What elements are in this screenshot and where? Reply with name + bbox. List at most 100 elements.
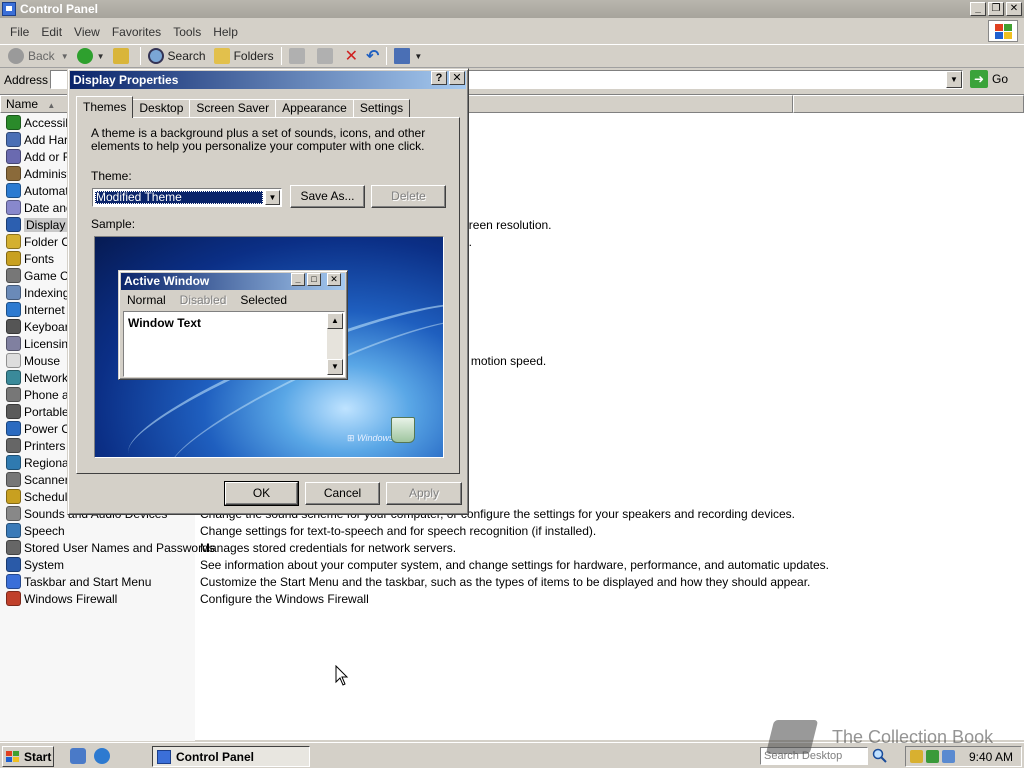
menu-bar: File Edit View Favorites Tools Help [0,22,1024,42]
list-item-name[interactable]: Licensing [6,336,75,351]
menu-file[interactable]: File [4,25,35,39]
list-item-name[interactable]: Mouse [6,353,60,368]
undo-button[interactable]: ↶ [362,45,383,67]
list-item-name[interactable]: Display [6,217,68,232]
dialog-titlebar: Display Properties [70,71,466,89]
theme-selected-value: Modified Theme [95,191,263,204]
tray-network-icon[interactable] [910,750,923,763]
tray-update-icon[interactable] [926,750,939,763]
themes-panel: A theme is a background plus a set of so… [76,117,460,474]
menu-view[interactable]: View [68,25,106,39]
taskbar-item-control-panel[interactable]: Control Panel [152,746,310,767]
dialog-title: Display Properties [73,73,179,87]
list-item-name[interactable]: Speech [6,523,65,538]
control-panel-item-icon [6,523,21,538]
theme-dropdown-button[interactable]: ▼ [265,190,280,205]
save-as-button[interactable]: Save As... [290,185,365,208]
back-button[interactable]: Back ▼ [4,45,73,67]
tab-settings[interactable]: Settings [352,99,411,118]
windows-flag-icon [6,750,20,763]
address-dropdown-button[interactable]: ▼ [946,71,962,88]
dialog-help-button[interactable]: ? [431,71,447,85]
list-item-name[interactable]: Fonts [6,251,54,266]
list-item-name[interactable]: Phone an [6,387,75,402]
dialog-close-button[interactable]: ✕ [449,71,465,85]
menu-tools[interactable]: Tools [167,25,207,39]
list-item-name[interactable]: Date and [6,200,73,215]
views-button[interactable]: ▼ [390,45,426,67]
scroll-up-icon: ▲ [327,313,343,329]
list-item-name[interactable]: Stored User Names and Passwords [6,540,215,555]
list-item-name[interactable]: Accessibi [6,115,75,130]
move-to-button[interactable] [285,45,313,67]
list-item-name[interactable]: Scanners [6,472,75,487]
minimize-button[interactable]: _ [970,2,986,16]
list-item[interactable]: Stored User Names and Passwords Manages s… [0,540,1024,557]
search-icon[interactable] [872,748,888,764]
list-item-name[interactable]: Automati [6,183,71,198]
chevron-down-icon[interactable]: ▼ [97,52,105,61]
tab-appearance[interactable]: Appearance [275,99,354,118]
cancel-button[interactable]: Cancel [305,482,380,505]
folders-button[interactable]: Folders [210,45,278,67]
list-item-name[interactable]: System [6,557,64,572]
tab-desktop[interactable]: Desktop [132,99,191,118]
theme-select[interactable]: Modified Theme ▼ [92,188,282,207]
internet-explorer-icon[interactable] [94,748,110,764]
up-folder-button[interactable] [109,45,137,67]
tab-themes[interactable]: Themes [76,96,134,118]
display-properties-dialog: Display Properties ? ✕ Themes Desktop Sc… [67,68,469,515]
list-item-name[interactable]: Indexing [6,285,69,300]
list-item-name[interactable]: Portable [6,404,69,419]
list-item[interactable]: System See information about your compute… [0,557,1024,574]
list-item-comment: Manages stored credentials for network s… [200,541,457,555]
list-item[interactable]: Taskbar and Start Menu Customize the Star… [0,574,1024,591]
apply-button[interactable]: Apply [386,482,462,505]
list-item[interactable]: Windows Firewall Configure the Windows Fi… [0,591,1024,608]
show-desktop-icon[interactable] [70,748,86,764]
list-item-name[interactable]: Printers a [6,438,75,453]
control-panel-item-icon [6,234,21,249]
list-item-name[interactable]: Schedule [6,489,74,504]
list-item-name[interactable]: Keyboard [6,319,75,334]
restore-button[interactable]: ❐ [988,2,1004,16]
chevron-down-icon[interactable]: ▼ [61,52,69,61]
sample-window-text: Window Text [128,316,201,330]
copy-to-button[interactable] [313,45,341,67]
start-button[interactable]: Start [2,746,54,767]
theme-description: A theme is a background plus a set of so… [91,126,426,153]
list-item-name[interactable]: Internet [6,302,65,317]
tab-screen-saver[interactable]: Screen Saver [189,99,277,118]
control-panel-item-icon [6,251,21,266]
list-item[interactable]: Speech Change settings for text-to-speech… [0,523,1024,540]
forward-button[interactable]: ▼ [73,45,109,67]
list-item-name[interactable]: Taskbar and Start Menu [6,574,151,589]
list-item-name[interactable]: Administ [6,166,70,181]
list-item-name[interactable]: Add Hard [6,132,75,147]
list-item-name[interactable]: Game Co [6,268,75,283]
control-panel-item-icon [6,489,21,504]
list-item-name[interactable]: Add or R [6,149,71,164]
control-panel-icon [2,2,16,16]
delete-theme-button[interactable]: Delete [371,185,446,208]
control-panel-item-icon [6,336,21,351]
sample-menu: Normal Disabled Selected [127,293,287,307]
menu-favorites[interactable]: Favorites [106,25,167,39]
list-item-name[interactable]: Network [6,370,68,385]
menu-help[interactable]: Help [207,25,244,39]
ok-button[interactable]: OK [224,481,299,506]
tray-search-icon[interactable] [942,750,955,763]
close-button[interactable]: ✕ [1006,2,1022,16]
control-panel-item-icon [6,217,21,232]
search-button[interactable]: Search [144,45,210,67]
delete-button[interactable]: ✕ [341,45,362,67]
control-panel-item-icon [6,302,21,317]
dialog-tabs: Themes Desktop Screen Saver Appearance S… [76,96,411,118]
undo-icon: ↶ [365,48,380,65]
desktop-search-input[interactable]: Search Desktop [760,747,868,765]
control-panel-item-icon [6,591,21,606]
list-item-name[interactable]: Regional [6,455,71,470]
go-button[interactable]: ➜ Go [970,70,1008,88]
list-item-name[interactable]: Windows Firewall [6,591,117,606]
menu-edit[interactable]: Edit [35,25,68,39]
